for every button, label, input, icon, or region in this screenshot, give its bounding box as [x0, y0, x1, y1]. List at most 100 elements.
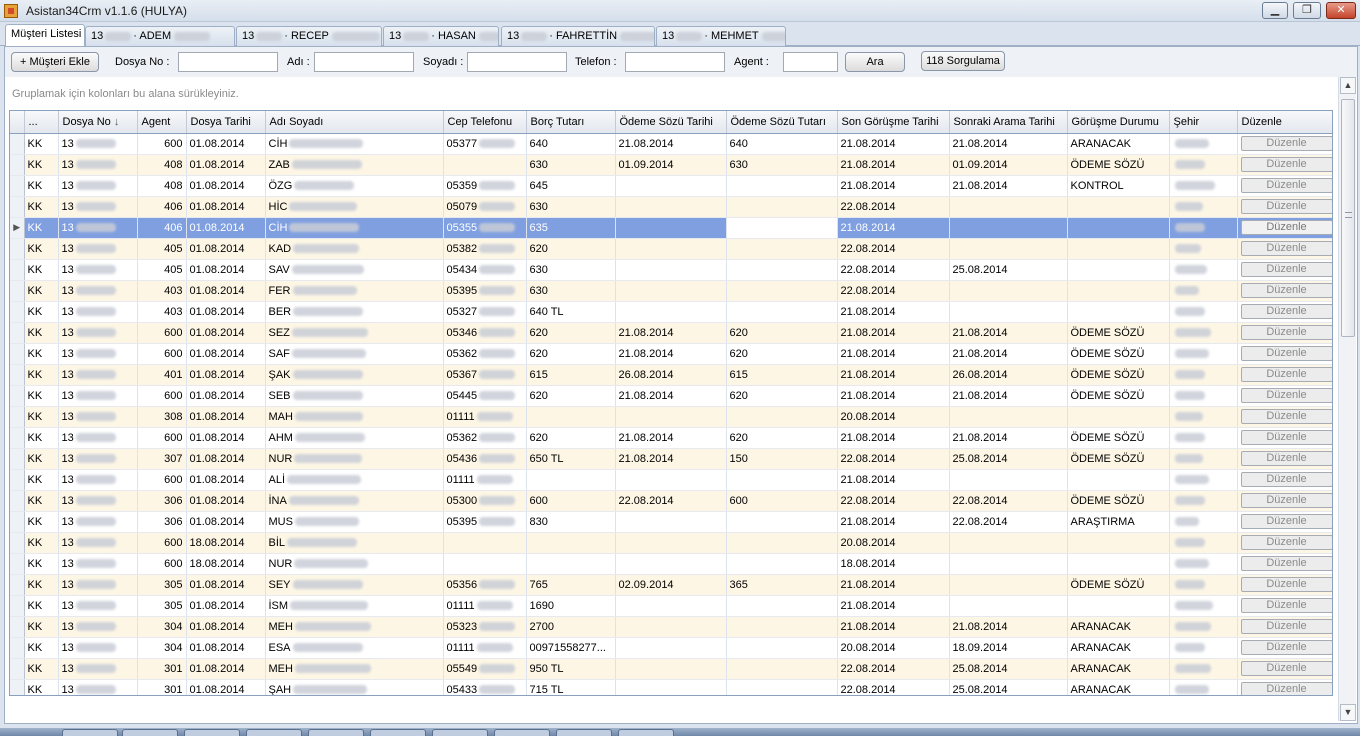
table-row[interactable]: KK 13 408 01.08.2014 ÖZG 05359 645 21.08.2014 21… — [10, 175, 1332, 197]
table-row[interactable]: KK 13 408 01.08.2014 ZAB 630 01.09.2014 630 21.0… — [10, 154, 1332, 176]
taskbar-item[interactable] — [62, 729, 118, 736]
edit-row-button[interactable]: Düzenle — [1240, 598, 1332, 613]
tab-customer-5[interactable]: 13 · MEHMET — [656, 26, 786, 46]
edit-row-button[interactable]: Düzenle — [1240, 346, 1332, 361]
edit-row-button[interactable]: Düzenle — [1240, 514, 1332, 529]
table-row[interactable]: KK 13 600 01.08.2014 CİH 05377 640 21.08.2014 64… — [10, 133, 1332, 155]
taskbar-item[interactable] — [432, 729, 488, 736]
table-row[interactable]: KK 13 600 18.08.2014 BİL 20.08.2014 Düzenle — [10, 532, 1332, 554]
table-row[interactable]: KK 13 306 01.08.2014 İNA 05300 600 22.08.2014 60… — [10, 490, 1332, 512]
table-row[interactable]: KK 13 405 01.08.2014 KAD 05382 620 22.08.2014 Dü… — [10, 238, 1332, 260]
edit-row-button[interactable]: Düzenle — [1240, 262, 1332, 277]
minimize-button[interactable]: ▁ — [1262, 2, 1288, 19]
table-row[interactable]: ▶ KK 13 406 01.08.2014 CİH 05355 635 21.08.2014 D… — [10, 217, 1332, 239]
group-by-area[interactable]: Gruplamak için kolonları bu alana sürükl… — [5, 77, 1333, 110]
table-row[interactable]: KK 13 307 01.08.2014 NUR 05436 650 TL 21.08.201… — [10, 448, 1332, 470]
edit-row-button[interactable]: Düzenle — [1240, 220, 1332, 235]
table-row[interactable]: KK 13 401 01.08.2014 ŞAK 05367 615 26.08.2014 61… — [10, 364, 1332, 386]
edit-row-button[interactable]: Düzenle — [1240, 619, 1332, 634]
table-row[interactable]: KK 13 304 01.08.2014 MEH 05323 2700 21.08.2014 2… — [10, 616, 1332, 638]
tab-customer-1[interactable]: 13 · ADEM — [85, 26, 235, 46]
edit-row-button[interactable]: Düzenle — [1240, 535, 1332, 550]
table-row[interactable]: KK 13 600 01.08.2014 SAF 05362 620 21.08.2014 62… — [10, 343, 1332, 365]
table-row[interactable]: KK 13 308 01.08.2014 MAH 01111 20.08.2014 Düzen… — [10, 406, 1332, 428]
edit-row-button[interactable]: Düzenle — [1240, 178, 1332, 193]
header-adi-soyadi[interactable]: Adı Soyadı — [265, 111, 444, 134]
table-row[interactable]: KK 13 305 01.08.2014 İSM 01111 1690 21.08.2014 D… — [10, 595, 1332, 617]
edit-row-button[interactable]: Düzenle — [1240, 556, 1332, 571]
header-odeme-sozu-tutari[interactable]: Ödeme Sözü Tutarı — [726, 111, 838, 134]
edit-row-button[interactable]: Düzenle — [1240, 136, 1332, 151]
header-odeme-sozu-tarihi[interactable]: Ödeme Sözü Tarihi — [615, 111, 727, 134]
table-row[interactable]: KK 13 600 01.08.2014 ALİ 01111 21.08.2014 Düzen… — [10, 469, 1332, 491]
table-row[interactable]: KK 13 403 01.08.2014 BER 05327 640 TL 21.08.201… — [10, 301, 1332, 323]
tab-customer-list[interactable]: Müşteri Listesi — [5, 24, 85, 47]
table-row[interactable]: KK 13 305 01.08.2014 SEY 05356 765 02.09.2014 36… — [10, 574, 1332, 596]
table-row[interactable]: KK 13 600 01.08.2014 SEB 05445 620 21.08.2014 62… — [10, 385, 1332, 407]
table-row[interactable]: KK 13 406 01.08.2014 HİC 05079 630 22.08.2014 Dü… — [10, 196, 1332, 218]
edit-row-button[interactable]: Düzenle — [1240, 472, 1332, 487]
header-agent[interactable]: Agent — [137, 111, 187, 134]
edit-row-button[interactable]: Düzenle — [1240, 661, 1332, 676]
query-118-button[interactable]: 118 Sorgulama — [921, 51, 1005, 71]
header-dosya-no[interactable]: Dosya No ↓ — [58, 111, 138, 134]
header-gorusme-durumu[interactable]: Görüşme Durumu — [1067, 111, 1170, 134]
tab-customer-3[interactable]: 13 · HASAN — [383, 26, 499, 46]
taskbar-item[interactable] — [246, 729, 302, 736]
header-borc-tutari[interactable]: Borç Tutarı — [526, 111, 616, 134]
tab-customer-2[interactable]: 13 · RECEP — [236, 26, 382, 46]
edit-row-button[interactable]: Düzenle — [1240, 241, 1332, 256]
edit-row-button[interactable]: Düzenle — [1240, 640, 1332, 655]
header-duzenle[interactable]: Düzenle — [1237, 111, 1332, 134]
edit-row-button[interactable]: Düzenle — [1240, 157, 1332, 172]
scroll-up-button[interactable]: ▲ — [1340, 77, 1356, 94]
taskbar-item[interactable] — [494, 729, 550, 736]
taskbar-item[interactable] — [122, 729, 178, 736]
agent-input[interactable] — [783, 52, 838, 72]
edit-row-button[interactable]: Düzenle — [1240, 367, 1332, 382]
edit-row-button[interactable]: Düzenle — [1240, 451, 1332, 466]
vertical-scrollbar[interactable]: ▲ ▼ — [1338, 77, 1356, 721]
header-cep-telefonu[interactable]: Cep Telefonu — [443, 111, 527, 134]
header-type[interactable]: ... — [24, 111, 59, 134]
edit-row-button[interactable]: Düzenle — [1240, 199, 1332, 214]
table-row[interactable]: KK 13 306 01.08.2014 MUS 05395 830 21.08.2014 22… — [10, 511, 1332, 533]
header-dosya-tarihi[interactable]: Dosya Tarihi — [186, 111, 266, 134]
header-sonraki-arama-tarihi[interactable]: Sonraki Arama Tarihi — [949, 111, 1068, 134]
add-customer-button[interactable]: + Müşteri Ekle — [11, 52, 99, 72]
edit-row-button[interactable]: Düzenle — [1240, 409, 1332, 424]
edit-row-button[interactable]: Düzenle — [1240, 682, 1332, 695]
table-row[interactable]: KK 13 600 01.08.2014 SEZ 05346 620 21.08.2014 62… — [10, 322, 1332, 344]
table-row[interactable]: KK 13 301 01.08.2014 MEH 05549 950 TL 22.08.201… — [10, 658, 1332, 680]
maximize-button[interactable]: ❐ — [1293, 2, 1321, 19]
header-sehir[interactable]: Şehir — [1169, 111, 1238, 134]
taskbar-item[interactable] — [618, 729, 674, 736]
soyadi-input[interactable] — [467, 52, 567, 72]
header-son-gorusme-tarihi[interactable]: Son Görüşme Tarihi — [837, 111, 950, 134]
edit-row-button[interactable]: Düzenle — [1240, 430, 1332, 445]
edit-row-button[interactable]: Düzenle — [1240, 283, 1332, 298]
telefon-input[interactable] — [625, 52, 725, 72]
tab-customer-4[interactable]: 13 · FAHRETTİN — [501, 26, 655, 46]
edit-row-button[interactable]: Düzenle — [1240, 388, 1332, 403]
table-row[interactable]: KK 13 600 01.08.2014 AHM 05362 620 21.08.2014 62… — [10, 427, 1332, 449]
table-row[interactable]: KK 13 600 18.08.2014 NUR 18.08.2014 Düzenle — [10, 553, 1332, 575]
edit-row-button[interactable]: Düzenle — [1240, 325, 1332, 340]
table-row[interactable]: KK 13 301 01.08.2014 ŞAH 05433 715 TL 22.08.201… — [10, 679, 1332, 695]
taskbar-item[interactable] — [556, 729, 612, 736]
taskbar-item[interactable] — [184, 729, 240, 736]
table-row[interactable]: KK 13 304 01.08.2014 ESA 01111 00971558277... 2… — [10, 637, 1332, 659]
table-row[interactable]: KK 13 405 01.08.2014 SAV 05434 630 22.08.2014 25… — [10, 259, 1332, 281]
edit-row-button[interactable]: Düzenle — [1240, 493, 1332, 508]
edit-row-button[interactable]: Düzenle — [1240, 577, 1332, 592]
scroll-thumb[interactable] — [1341, 99, 1355, 337]
adi-input[interactable] — [314, 52, 414, 72]
taskbar-item[interactable] — [308, 729, 364, 736]
edit-row-button[interactable]: Düzenle — [1240, 304, 1332, 319]
search-button[interactable]: Ara — [845, 52, 905, 72]
taskbar-item[interactable] — [370, 729, 426, 736]
scroll-down-button[interactable]: ▼ — [1340, 704, 1356, 721]
dosya-no-input[interactable] — [178, 52, 278, 72]
close-button[interactable]: ✕ — [1326, 2, 1356, 19]
table-row[interactable]: KK 13 403 01.08.2014 FER 05395 630 22.08.2014 Dü… — [10, 280, 1332, 302]
